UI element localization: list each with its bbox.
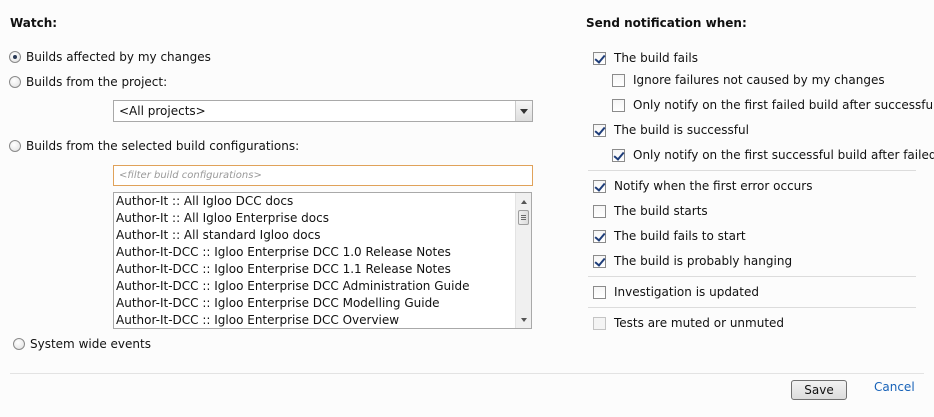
label-ignore-failures[interactable]: Ignore failures not caused by my changes xyxy=(633,73,885,87)
save-button[interactable]: Save xyxy=(791,380,847,400)
option-build-successful[interactable]: The build is successful xyxy=(593,121,749,139)
checkbox-fails-to-start[interactable] xyxy=(593,229,606,243)
checkbox-ignore-failures[interactable] xyxy=(612,73,625,87)
list-item[interactable]: Author-It :: All Igloo Enterprise docs xyxy=(114,210,531,227)
label-first-successful[interactable]: Only notify on the first successful buil… xyxy=(633,148,934,162)
scroll-down-icon[interactable] xyxy=(516,312,531,327)
option-first-failed[interactable]: Only notify on the first failed build af… xyxy=(612,96,934,114)
option-tests-muted[interactable]: Tests are muted or unmuted xyxy=(593,314,784,332)
scroll-up-icon[interactable] xyxy=(516,194,531,209)
checkbox-hanging[interactable] xyxy=(593,254,606,268)
list-item[interactable]: Author-It-DCC :: Igloo Enterprise DCC 1.… xyxy=(114,261,531,278)
radio-system-label[interactable]: System wide events xyxy=(30,337,151,351)
label-tests-muted[interactable]: Tests are muted or unmuted xyxy=(614,316,784,330)
option-investigation[interactable]: Investigation is updated xyxy=(593,283,759,301)
radio-row-my-changes[interactable]: Builds affected by my changes xyxy=(9,49,211,65)
radio-configurations[interactable] xyxy=(9,140,21,152)
divider xyxy=(588,276,916,277)
list-item[interactable]: Author-It-DCC :: Igloo Enterprise DCC Ad… xyxy=(114,278,531,295)
radio-my-changes[interactable] xyxy=(9,51,21,63)
radio-row-project[interactable]: Builds from the project: xyxy=(9,74,167,90)
option-first-error[interactable]: Notify when the first error occurs xyxy=(593,177,812,195)
label-build-fails[interactable]: The build fails xyxy=(614,51,698,65)
label-first-error[interactable]: Notify when the first error occurs xyxy=(614,179,812,193)
radio-my-changes-label[interactable]: Builds affected by my changes xyxy=(26,50,211,64)
checkbox-first-error[interactable] xyxy=(593,179,606,193)
list-item[interactable]: Author-It-DCC :: Igloo Enterprise DCC Ov… xyxy=(114,312,531,328)
radio-project[interactable] xyxy=(9,76,21,88)
label-build-successful[interactable]: The build is successful xyxy=(614,123,749,137)
watch-heading: Watch: xyxy=(10,16,58,30)
checkbox-build-successful[interactable] xyxy=(593,123,606,137)
label-investigation[interactable]: Investigation is updated xyxy=(614,285,759,299)
divider xyxy=(588,307,916,308)
label-hanging[interactable]: The build is probably hanging xyxy=(614,254,792,268)
label-fails-to-start[interactable]: The build fails to start xyxy=(614,229,746,243)
list-item[interactable]: Author-It-DCC :: Igloo Enterprise DCC Mo… xyxy=(114,295,531,312)
checkbox-investigation[interactable] xyxy=(593,285,606,299)
project-select-value: <All projects> xyxy=(119,104,206,118)
label-build-starts[interactable]: The build starts xyxy=(614,204,708,218)
list-item[interactable]: Author-It :: All standard Igloo docs xyxy=(114,227,531,244)
checkbox-build-fails[interactable] xyxy=(593,51,606,65)
divider xyxy=(588,170,916,171)
chevron-down-icon[interactable] xyxy=(515,101,532,121)
list-item[interactable]: Author-It-DCC :: Igloo Enterprise DCC 1.… xyxy=(114,244,531,261)
radio-row-configurations[interactable]: Builds from the selected build configura… xyxy=(9,138,299,154)
configurations-list: Author-It :: All Igloo DCC docs Author-It… xyxy=(114,193,531,328)
option-first-successful[interactable]: Only notify on the first successful buil… xyxy=(612,146,934,164)
checkbox-first-failed[interactable] xyxy=(612,98,625,112)
radio-system[interactable] xyxy=(13,338,25,350)
label-first-failed[interactable]: Only notify on the first failed build af… xyxy=(633,98,934,112)
cancel-link[interactable]: Cancel xyxy=(874,380,915,394)
scrollbar[interactable] xyxy=(515,193,531,328)
checkbox-first-successful[interactable] xyxy=(612,148,625,162)
option-fails-to-start[interactable]: The build fails to start xyxy=(593,227,746,245)
option-hanging[interactable]: The build is probably hanging xyxy=(593,252,792,270)
option-ignore-failures[interactable]: Ignore failures not caused by my changes xyxy=(612,71,885,89)
notify-heading: Send notification when: xyxy=(586,16,747,30)
project-select[interactable]: <All projects> xyxy=(113,100,533,122)
checkbox-build-starts[interactable] xyxy=(593,204,606,218)
list-item[interactable]: Author-It :: All Igloo DCC docs xyxy=(114,193,531,210)
option-build-fails[interactable]: The build fails xyxy=(593,49,698,67)
radio-configurations-label[interactable]: Builds from the selected build configura… xyxy=(26,139,299,153)
option-build-starts[interactable]: The build starts xyxy=(593,202,708,220)
filter-configurations-input[interactable] xyxy=(113,165,533,186)
radio-row-system[interactable]: System wide events xyxy=(13,336,151,352)
configurations-listbox[interactable]: Author-It :: All Igloo DCC docs Author-It… xyxy=(113,192,532,329)
checkbox-tests-muted[interactable] xyxy=(593,316,606,330)
scrollbar-thumb[interactable] xyxy=(518,210,529,225)
radio-project-label[interactable]: Builds from the project: xyxy=(26,75,167,89)
footer-divider xyxy=(10,373,924,374)
